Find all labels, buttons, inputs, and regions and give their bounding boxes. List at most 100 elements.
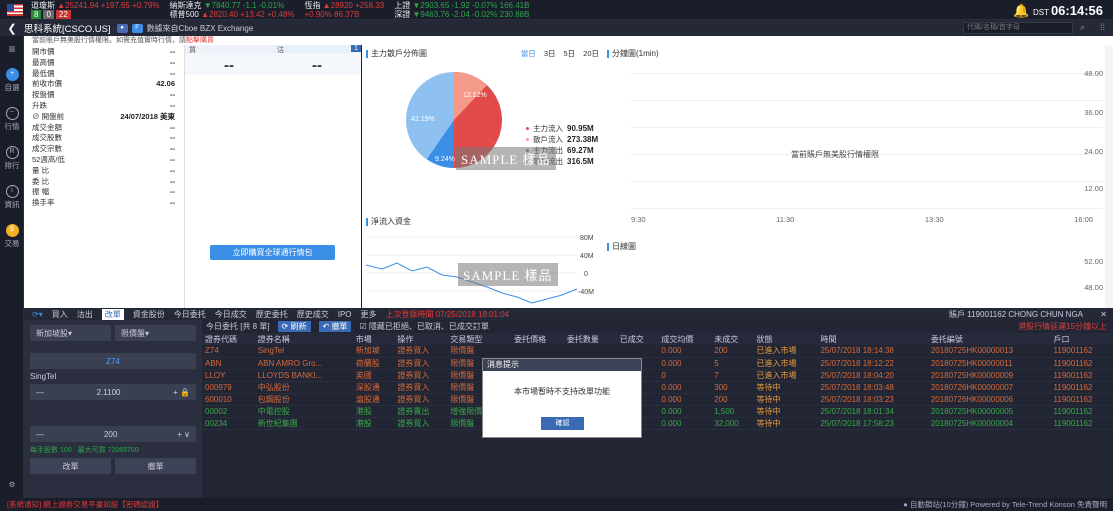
ticker-shanghai[interactable]: 上證 ▼2903.65 -1.92 -0.07% 166.41B 深證 ▼946… (394, 1, 529, 19)
column-header[interactable]: 未成交 (711, 333, 754, 345)
stock-title-bar: ❮ 思科系統[CSCO.US] ● F 數據來自Cboe BZX Exchang… (0, 20, 1113, 36)
account-select[interactable]: 賬戶 119001162 CHONG CHUN NGA (949, 309, 1083, 320)
market-select[interactable]: 新加坡股 ▾ (30, 325, 111, 341)
quote-row: 開市價 -- (32, 47, 175, 56)
column-header[interactable]: 操作 (394, 333, 448, 345)
f10-icon[interactable]: F (131, 23, 143, 33)
column-header[interactable]: 時間 (817, 333, 928, 345)
modify-order-button[interactable]: 改單 (30, 458, 111, 474)
search-icon[interactable]: ⌕ (1080, 22, 1085, 33)
orders-table-area: 今日委托 [共 8 單] ⟳ 刷新 ↶ 撤單 ☑ 隱藏已拒絕、已取消、已成交訂單… (202, 320, 1113, 498)
chart-scrollbar[interactable] (1105, 45, 1113, 308)
table-cell: 25/07/2018 17:58:23 (817, 417, 928, 430)
table-cell: 300 (711, 381, 754, 394)
sample-watermark: SAMPLE 樣品 (458, 263, 558, 286)
last-login: 上次登錄時間 07/25/2018 18:01:04 (385, 309, 510, 319)
table-cell: 0.000 (658, 345, 712, 358)
table-row[interactable]: 600010包鋼股份滬股通證券買入限價盤1.6402000.000200等待中2… (202, 393, 1113, 406)
table-cell: 119001162 (1050, 393, 1113, 406)
column-header[interactable]: 證券名稱 (254, 333, 353, 345)
table-cell: 119001162 (1050, 405, 1113, 418)
tab-5day[interactable]: 5日 (563, 48, 575, 59)
price-stepper[interactable]: —2.1100 + 🔒 (30, 384, 196, 400)
table-row[interactable]: Z74 SingTel 新加坡 證券買入 限價盤 0.000 200 已進入市場 25/07/2… (202, 345, 1113, 358)
tab-modify[interactable]: 改單 (101, 308, 124, 320)
nav-watchlist[interactable]: + 自選 (0, 68, 24, 93)
grid-icon[interactable]: ⁞⁞ (1100, 22, 1105, 32)
column-header[interactable]: 已成交 (616, 333, 659, 345)
column-header[interactable]: 委托編號 (927, 333, 1051, 345)
refresh-button[interactable]: ⟳ 刷新 (277, 321, 311, 332)
buy-global-package-button[interactable]: 立即購買全球通行情包 (210, 245, 335, 260)
bid-header: 買 (185, 45, 273, 54)
tab-history-orders[interactable]: 歷史委托 (256, 309, 288, 320)
table-cell: 證券買入 (394, 345, 448, 358)
order-type-select[interactable]: 限價盤 ▾ (115, 325, 196, 341)
column-header[interactable]: 市場 (352, 333, 395, 345)
menu-icon[interactable]: ≡ (0, 42, 24, 56)
column-header[interactable]: 證券代碼 (202, 333, 255, 345)
hide-checkbox[interactable]: ☑ 隱藏已拒絕、已取消、已成交訂單 (359, 321, 488, 332)
tab-3day[interactable]: 3日 (544, 48, 556, 59)
nav-market[interactable]: ~ 行情 (0, 107, 24, 132)
column-header[interactable]: 成交均價 (658, 333, 712, 345)
system-notice[interactable]: [系統通知] 網上證券交易平臺如設【密碼認證】 (7, 500, 163, 509)
stock-code-input[interactable]: Z74 (30, 353, 196, 369)
tab-more[interactable]: 更多 (361, 309, 377, 320)
ticker-nasdaq[interactable]: 納斯達克 ▼7840.77 -1.1 -0.01% 標普500 ▲2820.40… (170, 1, 295, 19)
quote-row: 按盤價 -- (32, 90, 175, 100)
trade-menu-icon[interactable]: ⟳▾ (32, 310, 43, 319)
table-cell: 200 (711, 393, 754, 406)
settings-gear-icon[interactable]: ⚙ (0, 480, 24, 489)
table-cell: 119001162 (1050, 381, 1113, 394)
nav-news[interactable]: i 資訊 (0, 185, 24, 210)
stock-name: 思科系統[CSCO.US] (24, 24, 111, 35)
back-arrow-icon[interactable]: ❮ (0, 22, 24, 35)
purchase-link[interactable]: 點擊購買 (186, 37, 214, 44)
table-row[interactable]: 00234新世紀集團港股證券買入限價盤0.12532,00000.00032,0… (202, 417, 1113, 430)
table-cell: 20180725HK00000005 (927, 405, 1051, 418)
table-cell: 20180726HK00000006 (927, 393, 1051, 406)
search-input[interactable]: 代碼/名稱/首字母 (963, 22, 1073, 34)
table-row[interactable]: LLOY LLOYDS BANKI... 英國 證券買入 限價盤 0 7 已進入市場 25/07… (202, 369, 1113, 382)
table-cell: 證券買入 (394, 357, 448, 370)
table-cell: 等待中 (753, 405, 818, 418)
quote-row: 升跌 -- (32, 100, 175, 110)
column-header[interactable]: 戶口 (1050, 333, 1113, 345)
column-header[interactable]: 委托價格 (511, 333, 564, 345)
column-header[interactable]: 交易類型 (447, 333, 512, 345)
ticker-dow[interactable]: 道瓊斯 ▲25241.94 +197.65 +0.79% 8 0 22 (31, 1, 160, 19)
info-icon[interactable]: ● (116, 23, 128, 33)
nav-ranking[interactable]: R 排行 (0, 146, 24, 171)
tab-buy[interactable]: 買入 (52, 309, 68, 320)
table-cell: 5 (711, 357, 754, 370)
table-row[interactable]: 00002中電控股港股證券賣出增強限價盤88.6501,50000.0001,5… (202, 405, 1113, 418)
column-header[interactable]: 狀態 (753, 333, 818, 345)
table-row[interactable]: ABN ABN AMRO Gro... 荷蘭股 證券買入 限價盤 0.000 5 已進入市場 2… (202, 357, 1113, 370)
tab-20day[interactable]: 20日 (583, 48, 599, 59)
cancel-order-button[interactable]: 撤單 (115, 458, 196, 474)
tab-ipo[interactable]: IPO (338, 310, 352, 319)
tab-sell[interactable]: 沽出 (77, 309, 93, 320)
tab-today-trades[interactable]: 今日成交 (215, 309, 247, 320)
quantity-stepper[interactable]: —200 + ∨ (30, 426, 196, 442)
nav-trade[interactable]: $ 交易 (0, 224, 24, 249)
column-header[interactable]: 委托數量 (563, 333, 617, 345)
window-close-icon[interactable]: ✕ (1100, 310, 1107, 319)
table-cell: 限價盤 (447, 345, 512, 358)
tab-today-orders[interactable]: 今日委托 (174, 309, 206, 320)
quote-row: 成交金額 -- (32, 122, 175, 132)
tab-history-trades[interactable]: 歷史成交 (297, 309, 329, 320)
ticker-hsi[interactable]: 恆指 ▲28920 +258.33 +0.90% 86.37B (304, 1, 384, 19)
table-row[interactable]: 000979 中弘股份 深股通 證券買入 限價盤 0.000 300 等待中 25/07/201… (202, 381, 1113, 394)
table-cell: 0.000 (658, 381, 712, 394)
table-cell: 20180725HK00000004 (927, 417, 1051, 430)
table-cell: 25/07/2018 18:03:48 (817, 381, 928, 394)
confirm-button[interactable]: 確認 (541, 417, 584, 430)
status-right: ● 自動鎖站(10分鐘) Powered by Tele-Trend Konso… (903, 500, 1107, 509)
tab-today[interactable]: 當日 (521, 48, 536, 59)
tab-holdings[interactable]: 資金股份 (133, 309, 165, 320)
net-inflow-chart: 淨流入資金 80M 40M 0 -40M SAMPLE 樣品 (362, 213, 603, 308)
cancel-button[interactable]: ↶ 撤單 (318, 321, 352, 332)
bell-icon[interactable]: 🔔 (1013, 3, 1029, 18)
